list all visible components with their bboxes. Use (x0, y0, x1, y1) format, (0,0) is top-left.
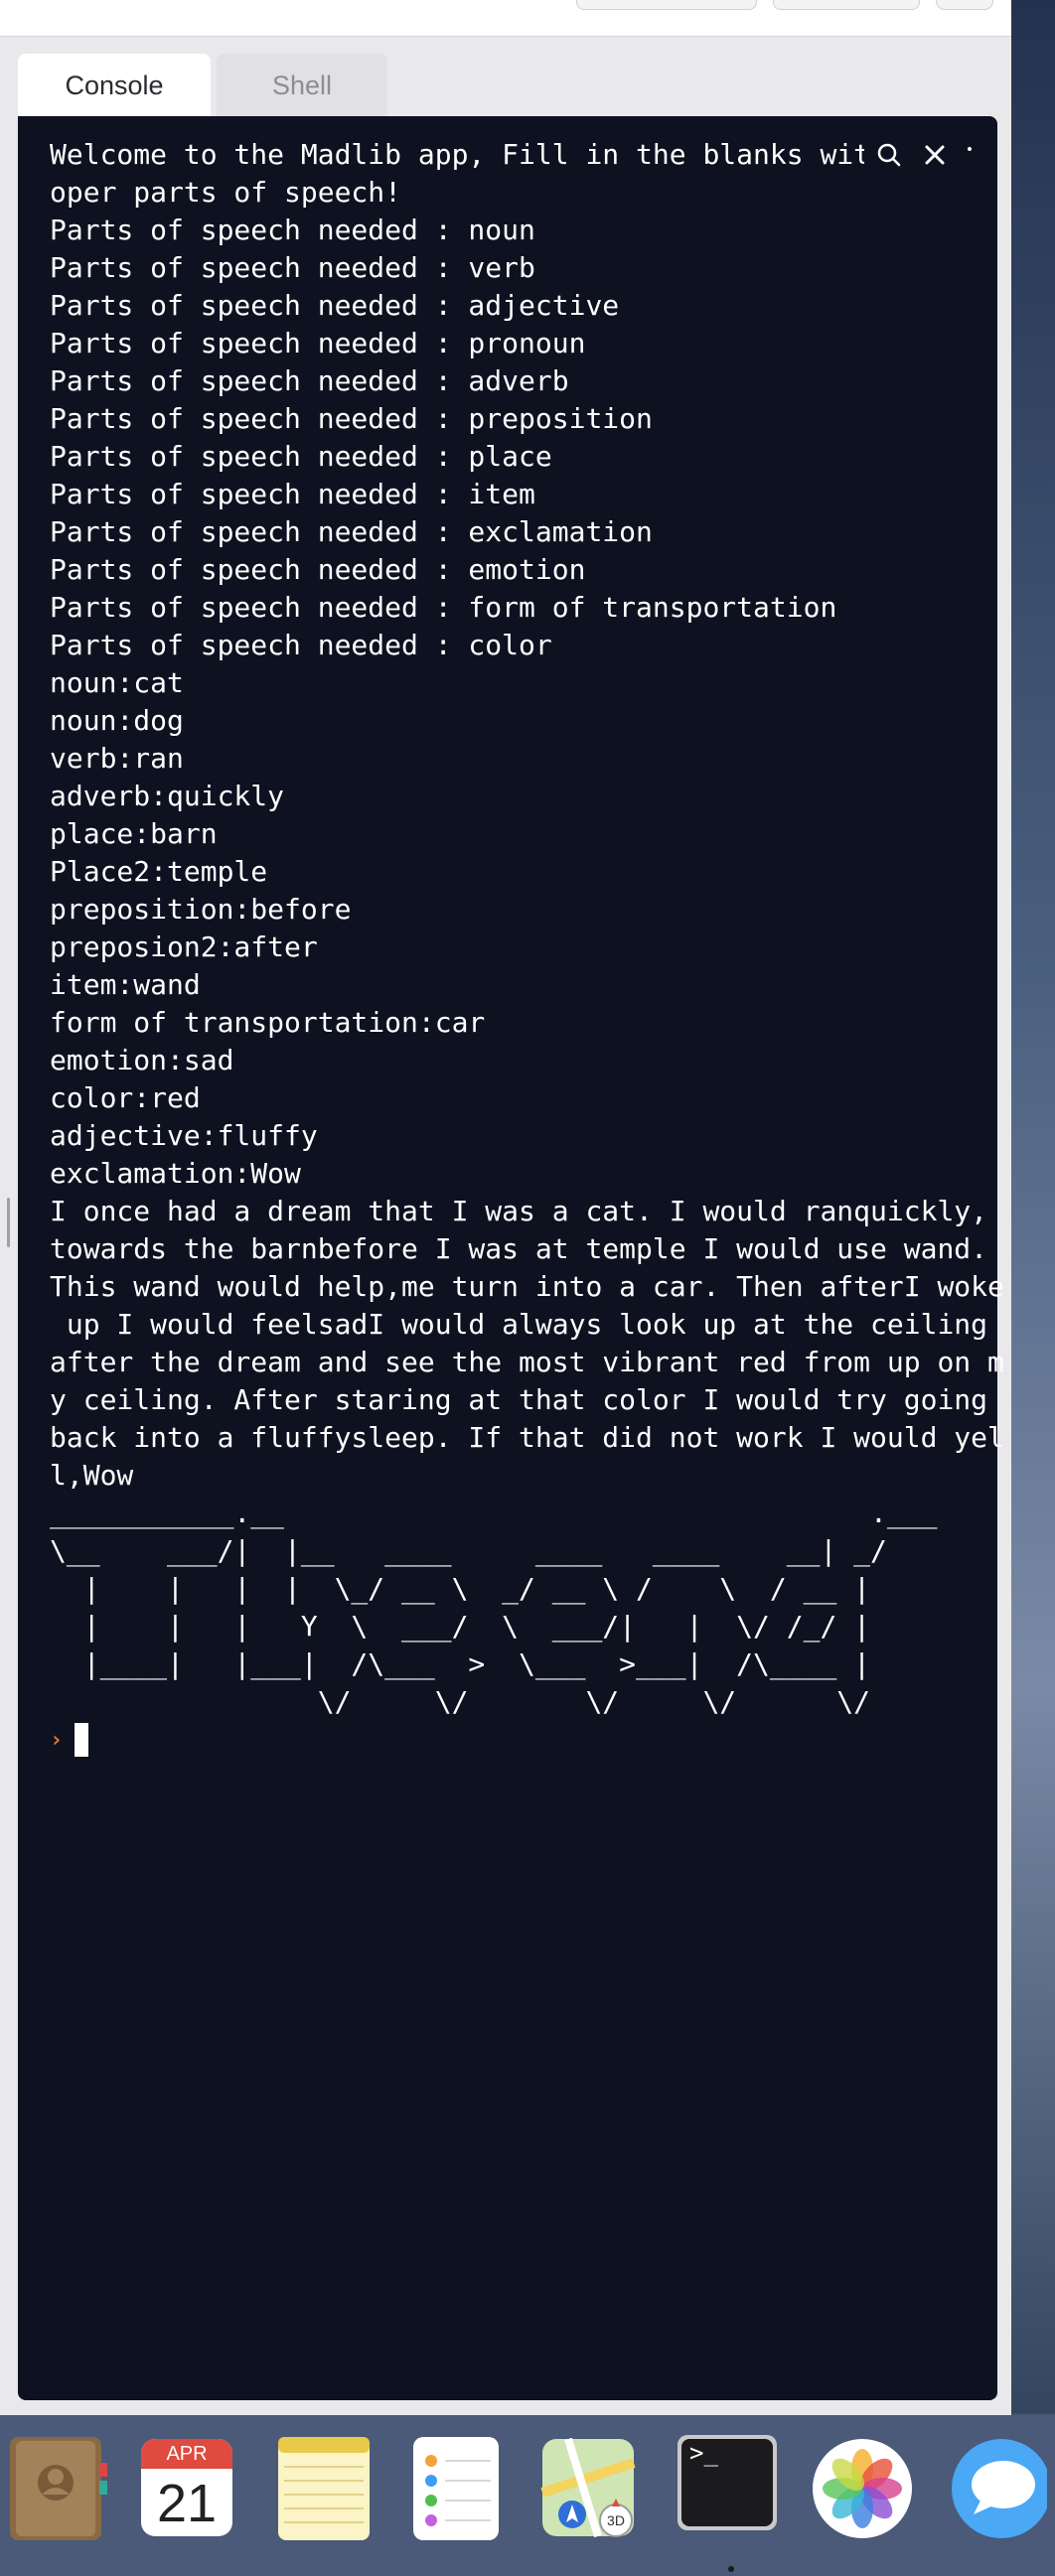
console-line: Parts of speech needed : adjective (50, 289, 620, 322)
dock: APR 21 3D >_ (0, 2415, 1055, 2576)
console-line: after the dream and see the most vibrant… (50, 1346, 1004, 1378)
console-line: Parts of speech needed : noun (50, 214, 535, 246)
console-line: \__ ___/| |__ ____ ____ ____ __| _/ (50, 1534, 887, 1567)
console-line: back into a fluffysleep. If that did not… (50, 1421, 1004, 1454)
prompt-arrow-icon: › (50, 1727, 64, 1753)
console-line: noun:dog (50, 704, 184, 737)
dock-contacts-icon[interactable] (6, 2433, 109, 2542)
dock-maps-icon[interactable]: 3D (538, 2433, 642, 2542)
tab-console[interactable]: Console (18, 54, 211, 117)
console-line: Parts of speech needed : adverb (50, 364, 569, 397)
dock-messages-icon[interactable] (944, 2433, 1051, 2542)
console-line: verb:ran (50, 742, 184, 775)
search-icon[interactable] (874, 140, 904, 170)
console-line: noun:cat (50, 666, 184, 699)
toolbar-button[interactable] (773, 0, 920, 10)
console-tools (864, 136, 974, 174)
console-line: preposition:before (50, 893, 352, 926)
dock-terminal-icon[interactable]: >_ (676, 2433, 779, 2542)
console-line: |____| |___| /\___ > \___ >___| /\____ | (50, 1647, 887, 1680)
console-line: preposion2:after (50, 930, 318, 963)
console-line: adverb:quickly (50, 780, 285, 812)
console-line: I once had a dream that I was a cat. I w… (50, 1195, 988, 1227)
top-toolbar (0, 0, 1011, 37)
console-line: Parts of speech needed : place (50, 440, 552, 473)
maps-3d-badge: 3D (607, 2512, 625, 2528)
input-prompt[interactable]: › (50, 1721, 89, 1759)
console-line: Parts of speech needed : pronoun (50, 327, 586, 359)
terminal-running-indicator (728, 2566, 734, 2572)
console-line: Parts of speech needed : color (50, 629, 552, 661)
text-cursor (75, 1723, 89, 1757)
calendar-day: 21 (156, 2474, 218, 2533)
dock-notes-icon[interactable] (272, 2433, 376, 2542)
console-line: Parts of speech needed : item (50, 478, 535, 510)
repl-window: Console Shell Welcome to the Madlib app,… (0, 0, 1011, 2415)
close-icon[interactable] (920, 140, 950, 170)
console-line: color:red (50, 1081, 201, 1114)
console-line: \/ \/ \/ \/ \/ (50, 1685, 887, 1718)
console-line: Place2:temple (50, 855, 268, 888)
console-line: exclamation:Wow (50, 1157, 301, 1190)
console-panel[interactable]: Welcome to the Madlib app, Fill in the b… (18, 116, 1004, 2400)
console-line: place:barn (50, 817, 218, 850)
console-output: Welcome to the Madlib app, Fill in the b… (50, 136, 1004, 1721)
console-line: Parts of speech needed : preposition (50, 402, 653, 435)
more-icon[interactable] (966, 140, 974, 170)
desktop-wallpaper (1009, 0, 1055, 2413)
console-line: This wand would help,me turn into a car.… (50, 1270, 1004, 1303)
resize-handle[interactable] (7, 1198, 10, 1247)
console-line: towards the barnbefore I was at temple I… (50, 1232, 988, 1265)
console-line: Parts of speech needed : form of transpo… (50, 591, 837, 624)
console-line: | | | Y \ ___/ \ ___/| | \/ /_/ | (50, 1610, 887, 1643)
console-line: Parts of speech needed : emotion (50, 553, 586, 586)
tab-shell[interactable]: Shell (217, 54, 387, 117)
console-line: form of transportation:car (50, 1006, 486, 1039)
console-line: emotion:sad (50, 1044, 234, 1076)
console-line: up I would feelsadI would always look up… (50, 1308, 988, 1341)
console-line: y ceiling. After staring at that color I… (50, 1383, 988, 1416)
console-line: ___________.__ .___ (50, 1497, 938, 1529)
toolbar-button[interactable] (576, 0, 757, 10)
console-line: oper parts of speech! (50, 176, 402, 209)
console-line: Parts of speech needed : verb (50, 251, 535, 284)
console-line: item:wand (50, 968, 201, 1001)
calendar-month: APR (166, 2443, 208, 2465)
console-line: Parts of speech needed : exclamation (50, 515, 653, 548)
dock-reminders-icon[interactable] (405, 2433, 509, 2542)
dock-photos-icon[interactable] (811, 2433, 914, 2542)
terminal-glyph: >_ (689, 2439, 718, 2467)
console-line: adjective:fluffy (50, 1119, 318, 1152)
console-line: l,Wow (50, 1459, 134, 1492)
toolbar-avatar-button[interactable] (936, 0, 993, 10)
console-line: | | | | \_/ __ \ _/ __ \ / \ / __ | (50, 1572, 887, 1605)
dock-calendar-icon[interactable]: APR 21 (135, 2433, 238, 2542)
console-line: Welcome to the Madlib app, Fill in the b… (50, 138, 938, 171)
